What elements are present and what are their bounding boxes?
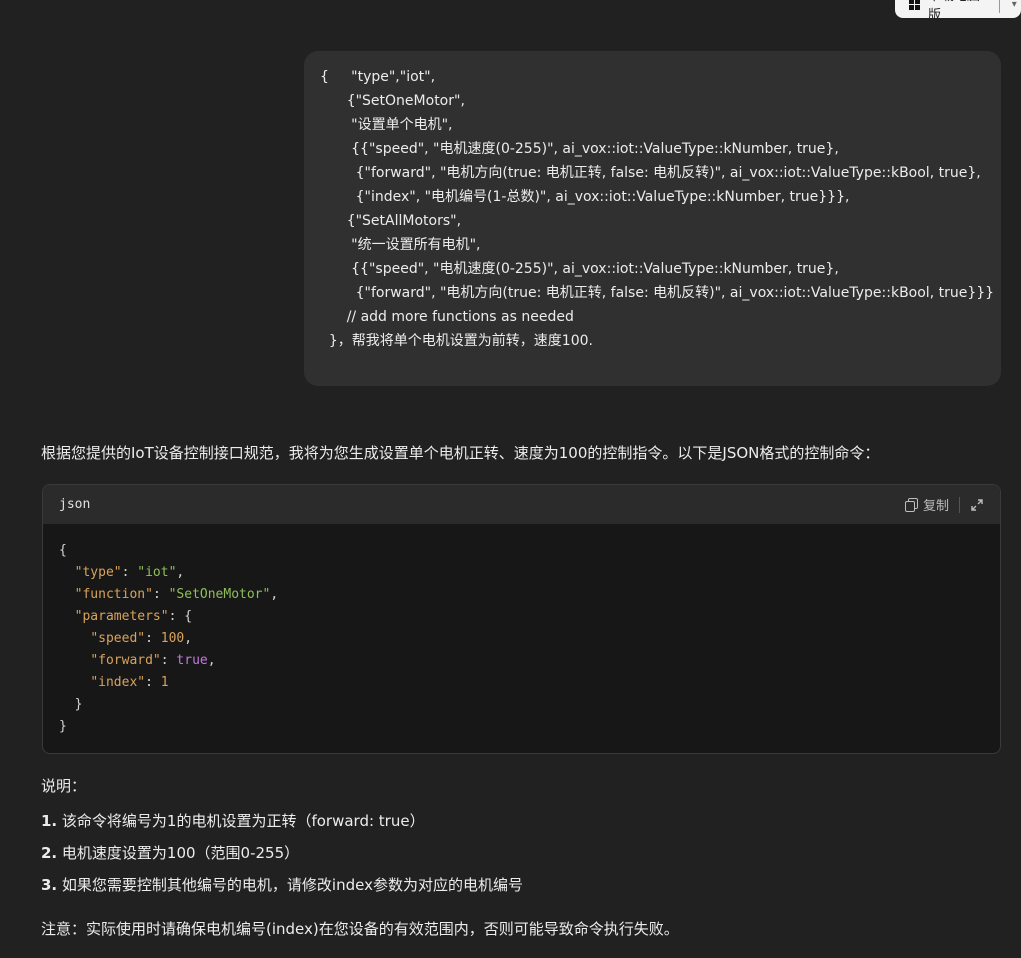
code-line: } <box>59 694 984 716</box>
code-line: "speed": 100, <box>59 628 984 650</box>
download-label: 下载电脑版 <box>928 0 980 23</box>
code-line: { <box>59 540 984 562</box>
list-item: 2. 电机速度设置为100（范围0-255） <box>41 842 523 874</box>
code-token: "parameters" <box>74 609 169 624</box>
user-message-line: {{"speed", "电机速度(0-255)", ai_vox::iot::V… <box>320 261 839 277</box>
code-line: "forward": true, <box>59 650 984 672</box>
code-token: "speed" <box>90 631 146 646</box>
user-message-line: "设置单个电机", <box>320 117 453 133</box>
windows-icon <box>909 0 920 10</box>
code-token: } <box>59 719 67 734</box>
list-item-number: 2. <box>41 844 58 862</box>
code-block-header: json 复制 <box>43 485 1000 524</box>
user-message-line: {"index", "电机编号(1-总数)", ai_vox::iot::Val… <box>320 189 850 205</box>
code-language-label: json <box>59 497 91 512</box>
list-item-text: 如果您需要控制其他编号的电机，请修改index参数为对应的电机编号 <box>61 876 523 894</box>
copy-icon <box>904 498 918 512</box>
code-line: "function": "SetOneMotor", <box>59 584 984 606</box>
download-desktop-button[interactable]: 下载电脑版 ▾ <box>895 0 1021 23</box>
code-content: { "type": "iot", "function": "SetOneMoto… <box>43 524 1000 753</box>
code-line: "index": 1 <box>59 672 984 694</box>
warning-text: 注意：实际使用时请确保电机编号(index)在您设备的有效范围内，否则可能导致命… <box>41 920 679 938</box>
list-item: 3. 如果您需要控制其他编号的电机，请修改index参数为对应的电机编号 <box>41 874 523 906</box>
code-token: "SetOneMotor" <box>168 587 271 602</box>
code-line: "parameters": { <box>59 606 984 628</box>
user-message-line: {{"speed", "电机速度(0-255)", ai_vox::iot::V… <box>320 141 839 157</box>
user-message-line: // add more functions as needed <box>320 309 574 325</box>
code-token: , <box>184 631 193 646</box>
user-message-line: "统一设置所有电机", <box>320 237 481 253</box>
code-line: "type": "iot", <box>59 562 984 584</box>
divider <box>959 496 960 513</box>
code-block: json 复制 { "type": "iot", "function": "Se… <box>42 484 1001 754</box>
user-message-line: { "type","iot", <box>320 69 436 85</box>
user-message-bubble: { "type","iot", {"SetOneMotor", "设置单个电机"… <box>304 51 1001 386</box>
code-token: "forward" <box>90 653 161 668</box>
code-token: "index" <box>90 675 146 690</box>
chevron-down-icon[interactable]: ▾ <box>1008 0 1021 10</box>
code-token: : <box>145 675 161 690</box>
notes-title: 说明： <box>41 777 87 795</box>
code-token: "iot" <box>137 565 177 580</box>
user-message-line: }，帮我将单个电机设置为前转，速度100. <box>320 333 593 349</box>
list-item-number: 1. <box>41 812 58 830</box>
code-token: : <box>160 653 177 668</box>
code-token: , <box>270 587 279 602</box>
user-message-line: {"SetAllMotors", <box>320 213 462 229</box>
code-token: : <box>152 587 169 602</box>
chat-page: 下载电脑版 ▾ { "type","iot", {"SetOneMotor", … <box>0 0 1021 958</box>
assistant-intro-text: 根据您提供的IoT设备控制接口规范，我将为您生成设置单个电机正转、速度为100的… <box>41 444 880 462</box>
expand-icon[interactable] <box>970 498 984 512</box>
code-token: { <box>59 543 67 558</box>
list-item-text: 该命令将编号为1的电机设置为正转（forward: true） <box>61 812 425 830</box>
code-actions: 复制 <box>904 495 984 514</box>
copy-button[interactable]: 复制 <box>904 495 949 514</box>
code-token: true <box>176 653 208 668</box>
code-token: 100 <box>160 631 185 646</box>
list-item-number: 3. <box>41 876 58 894</box>
code-token: : <box>121 565 138 580</box>
notes-section: 说明： 1. 该命令将编号为1的电机设置为正转（forward: true） 2… <box>41 775 523 906</box>
list-item-text: 电机速度设置为100（范围0-255） <box>61 844 300 862</box>
code-token: , <box>176 565 185 580</box>
code-token: "type" <box>74 565 122 580</box>
code-line: } <box>59 716 984 738</box>
code-token: , <box>207 653 216 668</box>
code-token: 1 <box>160 675 169 690</box>
code-token: : <box>145 631 161 646</box>
user-message-line: {"forward", "电机方向(true: 电机正转, false: 电机反… <box>320 165 981 181</box>
list-item: 1. 该命令将编号为1的电机设置为正转（forward: true） <box>41 810 523 842</box>
code-token: } <box>59 697 83 712</box>
copy-label: 复制 <box>922 499 949 514</box>
divider <box>998 0 1000 13</box>
code-token: : { <box>168 609 193 624</box>
code-token: "function" <box>74 587 153 602</box>
user-message-line: {"forward", "电机方向(true: 电机正转, false: 电机反… <box>320 285 995 301</box>
user-message-line: {"SetOneMotor", <box>320 93 465 109</box>
